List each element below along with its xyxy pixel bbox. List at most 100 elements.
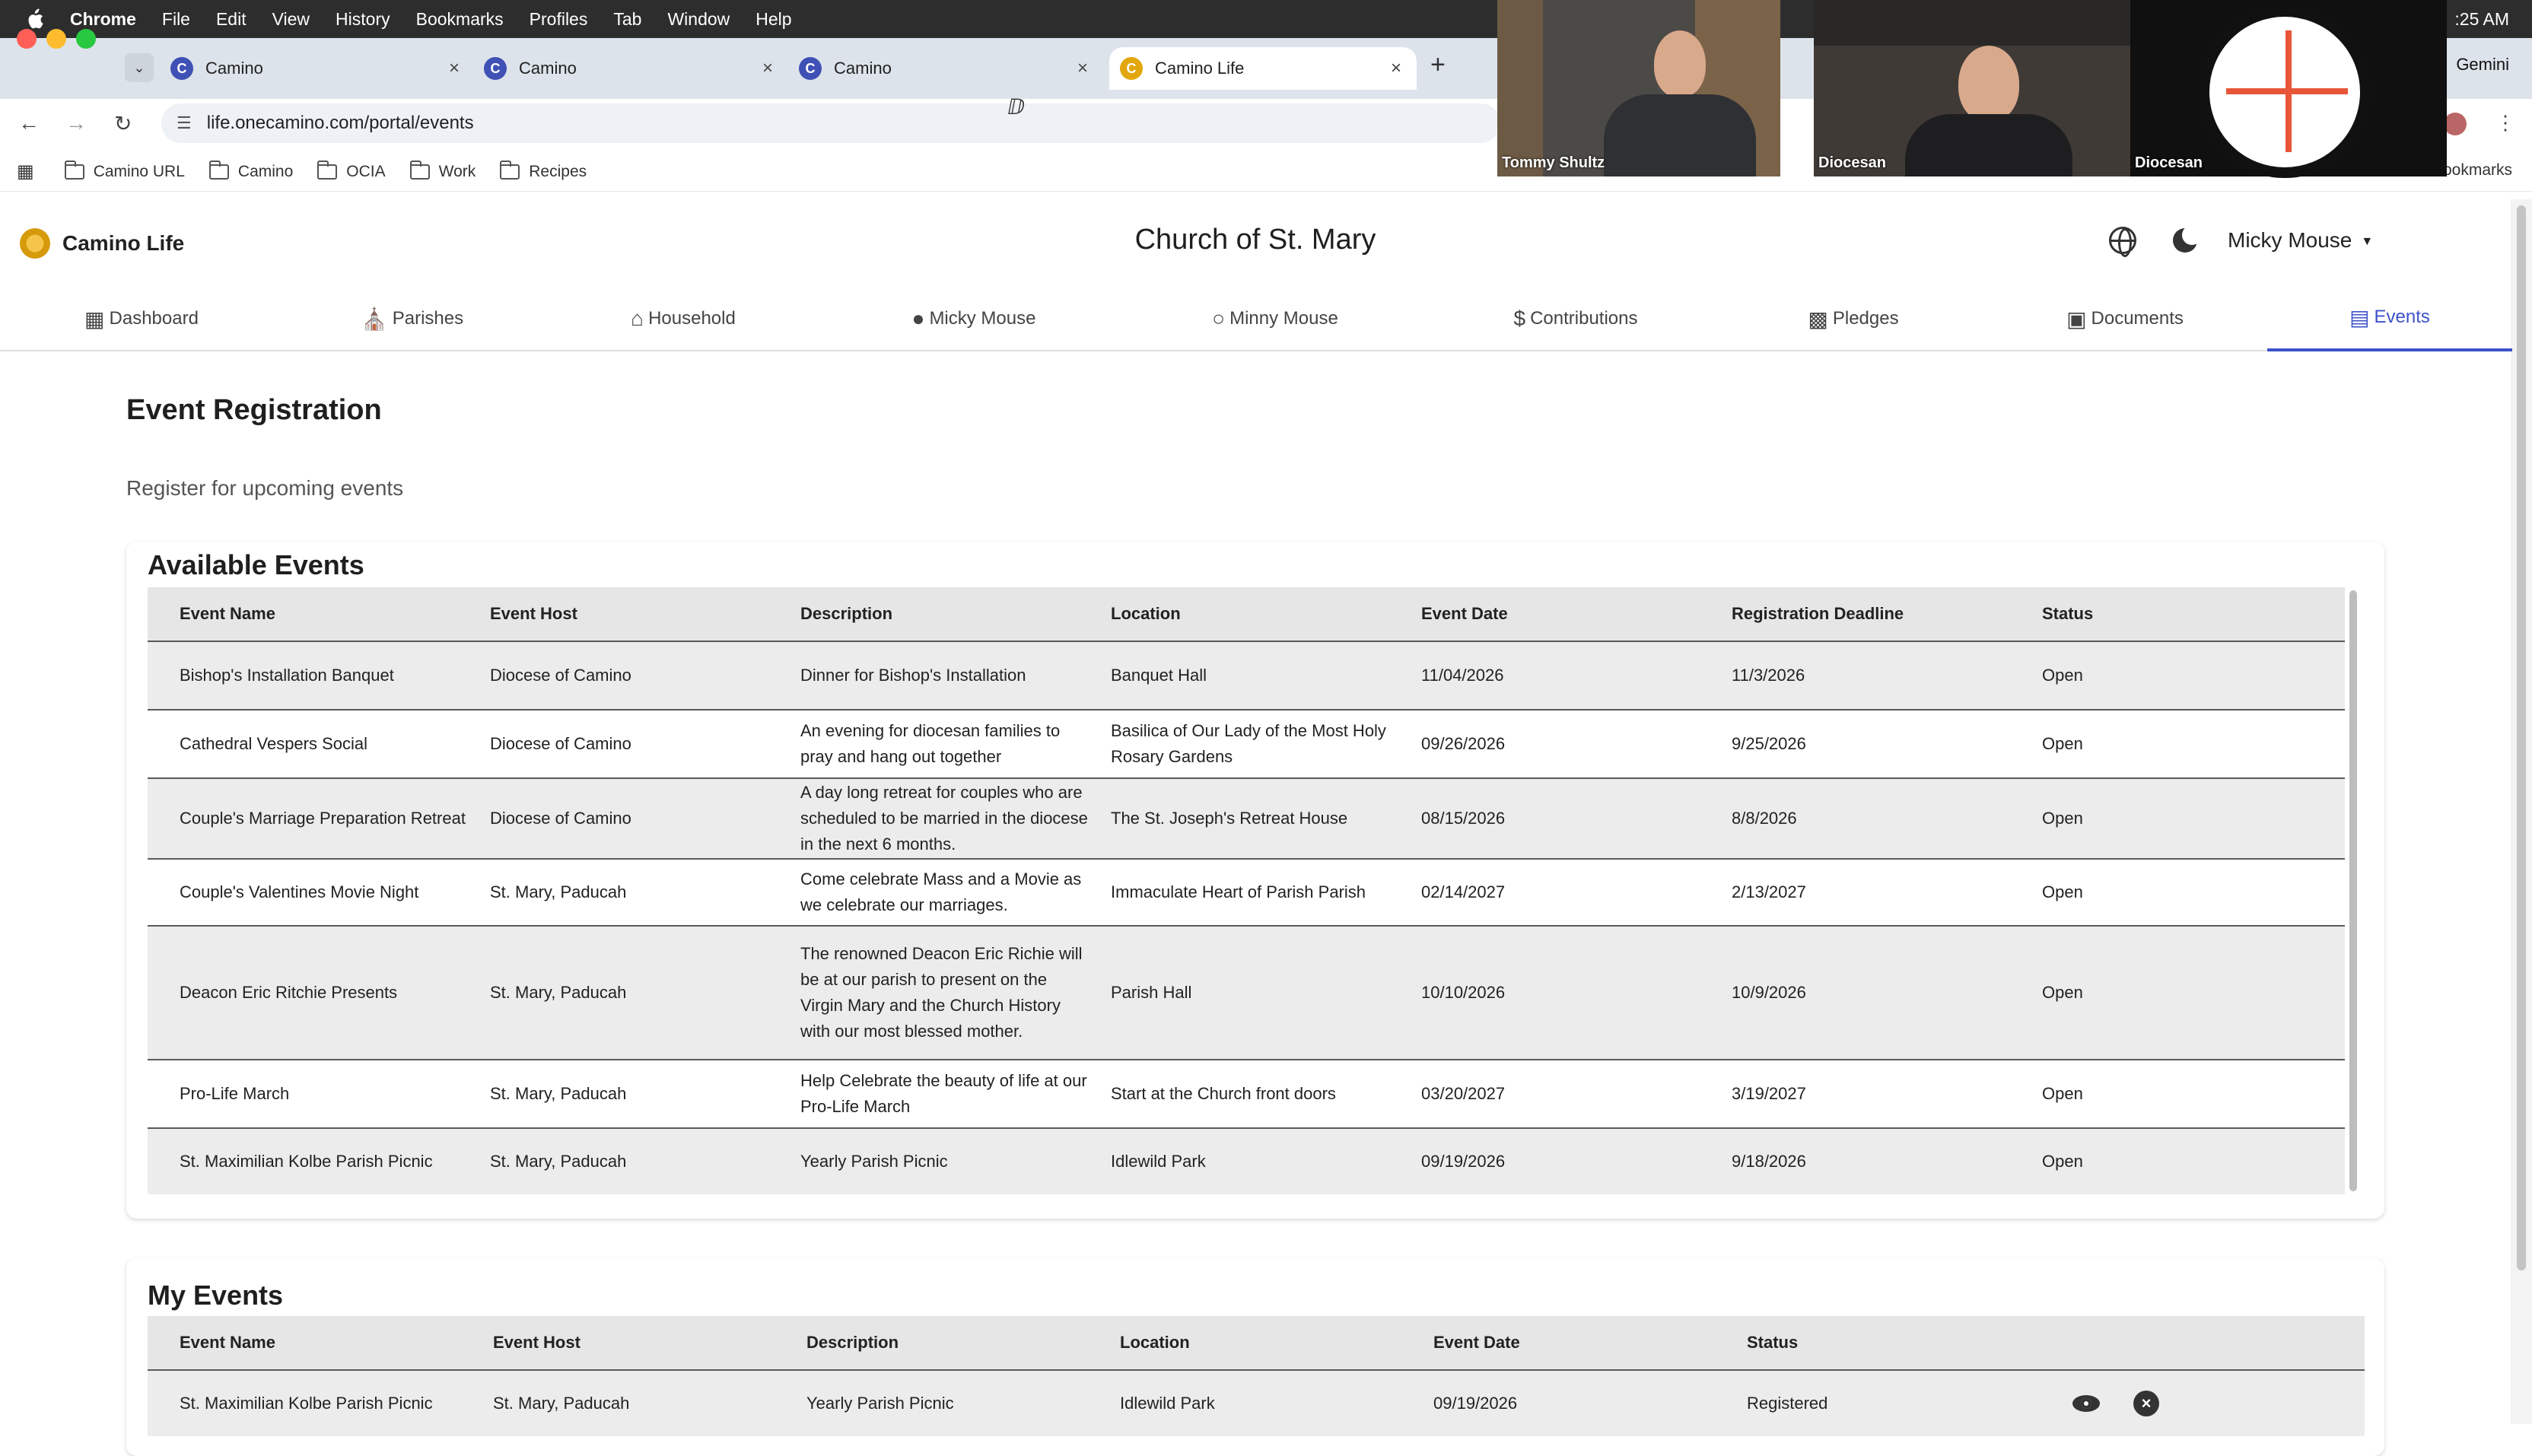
table-scrollbar[interactable]	[2349, 590, 2357, 1191]
user-menu[interactable]: Micky Mouse ▼	[2228, 228, 2373, 253]
bookmark-label: Camino	[237, 162, 294, 180]
tab-close-icon[interactable]: ×	[1391, 58, 1401, 79]
column-header[interactable]: Event Name	[180, 601, 298, 627]
bookmark-folder[interactable]: Camino	[208, 160, 294, 181]
menu-view[interactable]: View	[272, 9, 310, 30]
page-title: Event Registration	[126, 394, 382, 426]
column-header[interactable]: Event Host	[493, 1330, 603, 1356]
browser-tab-3[interactable]: C Camino ×	[799, 47, 1103, 90]
tab-close-icon[interactable]: ×	[762, 58, 773, 79]
address-bar[interactable]: ☰ life.onecamino.com/portal/events	[161, 103, 1500, 143]
page-scrollbar-thumb[interactable]	[2517, 205, 2526, 1270]
tab-search-button[interactable]: ⌄	[125, 53, 154, 82]
nav-documents[interactable]: ▣ Documents	[1983, 286, 2267, 351]
participant-name: Tommy Shultz	[1502, 154, 1605, 171]
column-header[interactable]: Status	[1747, 1330, 1821, 1356]
nav-events[interactable]: ▤ Events	[2267, 286, 2512, 351]
folder-icon	[64, 160, 84, 180]
nav-minny-mouse[interactable]: ○ Minny Mouse	[1123, 286, 1427, 351]
menu-bookmarks[interactable]: Bookmarks	[416, 9, 504, 30]
table-row[interactable]: Bishop's Installation Banquet Diocese of…	[148, 642, 2345, 711]
cancel-registration-icon[interactable]: ×	[2133, 1391, 2159, 1416]
nav-micky-mouse[interactable]: ● Micky Mouse	[825, 286, 1123, 351]
column-header[interactable]: Location	[1120, 1330, 1213, 1356]
bookmark-folder[interactable]: Work	[409, 160, 476, 181]
dark-mode-icon[interactable]	[2173, 225, 2202, 253]
menu-help[interactable]: Help	[755, 9, 791, 30]
cell-event-name: Cathedral Vespers Social	[180, 734, 368, 753]
cell-event-name: Couple's Valentines Movie Night	[180, 882, 419, 901]
window-minimize-button[interactable]	[46, 29, 66, 49]
bookmark-folder[interactable]: Camino URL	[64, 160, 185, 181]
column-header[interactable]: Location	[1111, 601, 1204, 627]
nav-contributions[interactable]: $ Contributions	[1427, 286, 1724, 351]
browser-tab-2[interactable]: C Camino ×	[484, 47, 788, 90]
video-tile-2[interactable]: Diocesan	[1814, 0, 2130, 176]
my-events-title: My Events	[148, 1280, 284, 1311]
table-row[interactable]: Couple's Marriage Preparation Retreat Di…	[148, 779, 2345, 860]
table-row[interactable]: Deacon Eric Ritchie Presents St. Mary, P…	[148, 927, 2345, 1060]
menu-clock[interactable]: :25 AM	[2454, 9, 2509, 30]
person-image	[1905, 114, 2072, 176]
cell-deadline: 2/13/2027	[1732, 882, 1806, 901]
apple-icon[interactable]	[26, 8, 44, 30]
browser-tab-active[interactable]: C Camino Life ×	[1109, 47, 1417, 90]
profile-avatar[interactable]	[2444, 113, 2467, 135]
video-tile-1[interactable]: Tommy Shultz	[1497, 0, 1780, 176]
browser-tab-1[interactable]: C Camino ×	[170, 47, 475, 90]
column-header[interactable]: Description	[806, 1330, 921, 1356]
bookmark-folder[interactable]: Recipes	[500, 160, 587, 181]
reload-icon[interactable]: ↻	[114, 111, 132, 136]
apps-grid-icon[interactable]: ▦	[17, 161, 34, 183]
window-zoom-button[interactable]	[76, 29, 96, 49]
cell-description: The renowned Deacon Eric Richie will be …	[800, 944, 1083, 1041]
column-header[interactable]: Event Date	[1433, 1330, 1543, 1356]
available-events-title: Available Events	[148, 549, 364, 580]
column-header[interactable]: Status	[2042, 601, 2116, 627]
address-url[interactable]: life.onecamino.com/portal/events	[207, 113, 474, 134]
table-row[interactable]: St. Maximilian Kolbe Parish Picnic St. M…	[148, 1129, 2345, 1194]
column-header[interactable]: Registration Deadline	[1732, 601, 1926, 627]
ceiling-image	[1814, 0, 2130, 46]
cell-status: Open	[2042, 1084, 2083, 1103]
nav-dashboard[interactable]: ▦ Dashboard	[0, 286, 283, 351]
cell-event-date: 02/14/2027	[1421, 882, 1506, 901]
back-arrow-icon[interactable]: ←	[18, 111, 40, 135]
column-header[interactable]: Event Date	[1421, 601, 1531, 627]
cell-event-host: St. Mary, Paducah	[490, 983, 627, 1002]
bookmark-label: OCIA	[346, 162, 386, 180]
menu-profiles[interactable]: Profiles	[530, 9, 588, 30]
brand[interactable]: Camino Life	[20, 228, 184, 259]
globe-icon[interactable]	[2109, 227, 2136, 257]
cell-description: Dinner for Bishop's Installation	[800, 666, 1026, 685]
menu-edit[interactable]: Edit	[216, 9, 247, 30]
menu-app-name[interactable]: Chrome	[70, 9, 136, 30]
tab-close-icon[interactable]: ×	[449, 58, 460, 79]
gemini-button[interactable]: Gemini	[2456, 55, 2509, 75]
documents-icon: ▣	[2066, 307, 2087, 331]
menu-history[interactable]: History	[336, 9, 390, 30]
column-header[interactable]: Event Name	[180, 1330, 298, 1356]
table-row[interactable]: Cathedral Vespers Social Diocese of Cami…	[148, 711, 2345, 779]
cell-event-host: St. Mary, Paducah	[493, 1394, 630, 1413]
menu-file[interactable]: File	[162, 9, 190, 30]
new-tab-button[interactable]: +	[1430, 50, 1446, 80]
nav-parishes[interactable]: ⛪ Parishes	[283, 286, 542, 351]
view-eye-icon[interactable]	[2072, 1395, 2100, 1412]
nav-household[interactable]: ⌂ Household	[542, 286, 825, 351]
site-settings-icon[interactable]: ☰	[177, 113, 192, 133]
tab-close-icon[interactable]: ×	[1077, 58, 1088, 79]
table-row[interactable]: Pro-Life March St. Mary, Paducah Help Ce…	[148, 1060, 2345, 1129]
bookmark-folder[interactable]: OCIA	[317, 160, 386, 181]
nav-pledges[interactable]: ▩ Pledges	[1724, 286, 1983, 351]
column-header[interactable]: Description	[800, 601, 915, 627]
cell-status: Registered	[1747, 1394, 1828, 1413]
table-row[interactable]: St. Maximilian Kolbe Parish Picnic St. M…	[148, 1371, 2365, 1436]
column-header[interactable]: Event Host	[490, 601, 600, 627]
kebab-menu-icon[interactable]: ⋮	[2495, 111, 2515, 135]
window-close-button[interactable]	[17, 29, 37, 49]
menu-tab[interactable]: Tab	[613, 9, 641, 30]
forward-arrow-icon[interactable]: →	[65, 111, 87, 135]
table-row[interactable]: Couple's Valentines Movie Night St. Mary…	[148, 860, 2345, 927]
menu-window[interactable]: Window	[667, 9, 730, 30]
